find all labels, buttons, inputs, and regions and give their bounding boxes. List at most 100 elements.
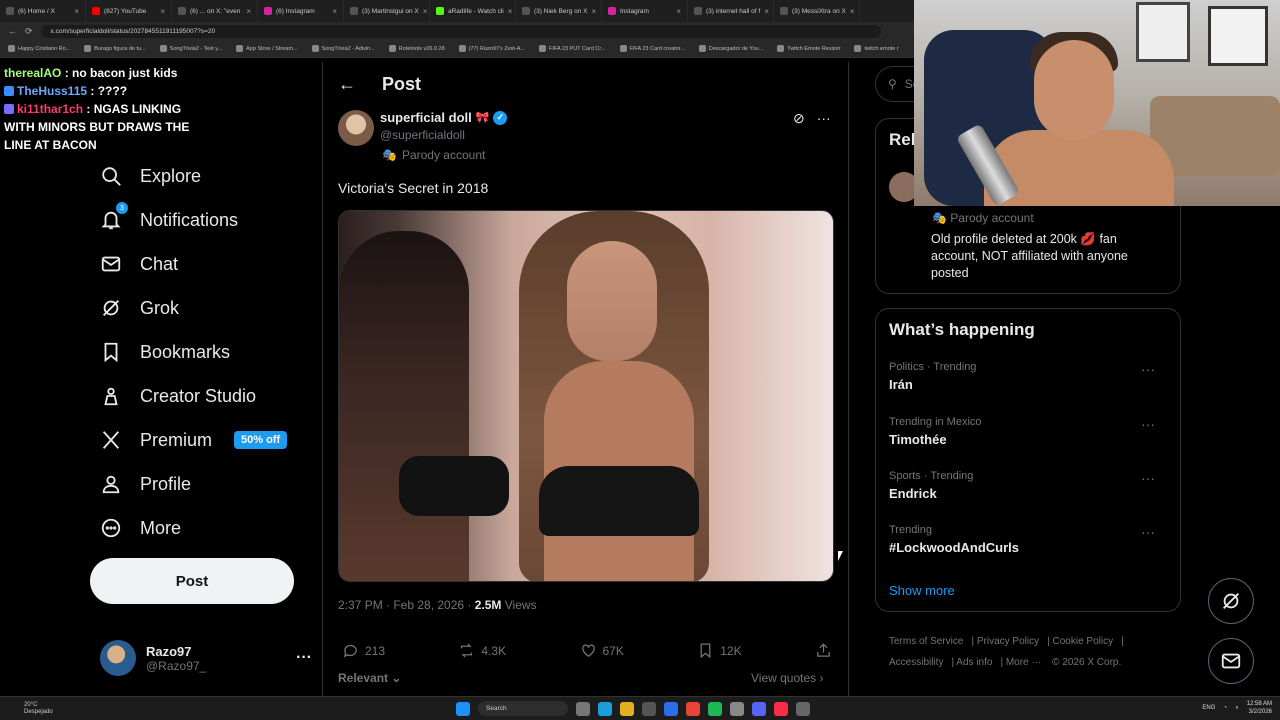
- post-button[interactable]: Post: [90, 558, 294, 604]
- folder-icon[interactable]: [620, 701, 634, 716]
- close-tab-icon[interactable]: ×: [850, 7, 855, 16]
- browser-tab[interactable]: (6) Home / X ×: [0, 0, 86, 22]
- music-icon[interactable]: [774, 701, 788, 716]
- close-tab-icon[interactable]: ×: [764, 7, 769, 16]
- back-nav-icon[interactable]: ←: [8, 26, 17, 36]
- nav-grok[interactable]: Grok: [90, 286, 320, 330]
- bookmark-label: App Store / Stream...: [246, 45, 298, 52]
- close-tab-icon[interactable]: ×: [74, 7, 79, 16]
- browser-tab[interactable]: aRadlife - Watch cli ×: [430, 0, 516, 22]
- discord-icon[interactable]: [752, 701, 766, 716]
- chrome-icon[interactable]: [686, 701, 700, 716]
- reply-button[interactable]: 213: [342, 642, 385, 659]
- bookmark-item[interactable]: FIFA 23 PUT Card Cr...: [539, 45, 606, 52]
- store-icon[interactable]: [642, 701, 656, 716]
- close-tab-icon[interactable]: ×: [332, 7, 337, 16]
- spotify-icon[interactable]: [708, 701, 722, 716]
- windows-start-icon[interactable]: [456, 701, 470, 716]
- more-icon[interactable]: ···: [1141, 470, 1155, 486]
- cookie-link[interactable]: Cookie Policy: [1053, 636, 1114, 647]
- bookmark-item[interactable]: SongTrivia2 - Adivin...: [311, 45, 375, 52]
- close-tab-icon[interactable]: ×: [423, 7, 428, 16]
- task-view-icon[interactable]: [576, 701, 590, 716]
- trend-item[interactable]: Trending #LockwoodAndCurls ···: [889, 524, 1169, 555]
- more-icon[interactable]: ···: [1141, 416, 1155, 432]
- browser-tab[interactable]: (827) YouTube ×: [86, 0, 172, 22]
- account-switcher[interactable]: Razo97 @Razo97_ ···: [100, 638, 312, 678]
- edge-icon[interactable]: [598, 701, 612, 716]
- grok-float-button[interactable]: [1208, 578, 1254, 624]
- account-more-icon[interactable]: ···: [296, 649, 312, 667]
- browser-tab[interactable]: (3) internet hall of f ×: [688, 0, 774, 22]
- more-icon[interactable]: ···: [1141, 361, 1155, 377]
- profile-bio: Old profile deleted at 200k 💋 fan accoun…: [931, 232, 1128, 280]
- repost-button[interactable]: 4.3K: [458, 642, 506, 659]
- bookmark-item[interactable]: FIFA 23 Card creator...: [619, 45, 685, 52]
- ads-info-link[interactable]: Ads info: [956, 657, 992, 668]
- trend-item[interactable]: Trending in Mexico Timothée ···: [889, 416, 1169, 447]
- author-handle[interactable]: @superficialdoll: [380, 128, 465, 142]
- whats-happening-title: What’s happening: [889, 320, 1035, 339]
- close-tab-icon[interactable]: ×: [676, 7, 681, 16]
- close-tab-icon[interactable]: ×: [508, 7, 513, 16]
- language-indicator[interactable]: ENG: [1202, 705, 1215, 711]
- accessibility-link[interactable]: Accessibility: [889, 657, 943, 668]
- wifi-icon[interactable]: ◔: [1223, 705, 1227, 711]
- more-icon[interactable]: ···: [1141, 524, 1155, 540]
- taskbar-search[interactable]: Search: [478, 701, 568, 716]
- obs-icon[interactable]: [796, 701, 810, 716]
- bookmark-item[interactable]: (77) Razo97's Zest-A...: [458, 45, 525, 52]
- trend-item[interactable]: Sports · Trending Endrick ···: [889, 470, 1169, 501]
- more-icon[interactable]: ···: [817, 110, 831, 127]
- author-avatar[interactable]: [338, 110, 374, 146]
- nav-explore[interactable]: Explore: [90, 154, 320, 198]
- volume-icon[interactable]: ◖: [1235, 705, 1239, 711]
- bookmark-item[interactable]: SongTrivia2 - Test y...: [159, 45, 222, 52]
- author-name[interactable]: superficial doll 🎀 ✓: [380, 110, 508, 125]
- like-button[interactable]: 67K: [580, 642, 624, 659]
- privacy-link[interactable]: Privacy Policy: [977, 636, 1039, 647]
- browser-tab[interactable]: Instagram ×: [602, 0, 688, 22]
- bookmark-item[interactable]: Twitch Emote Resizer: [777, 45, 840, 52]
- browser-tab[interactable]: (3) Niek Berg on X ×: [516, 0, 602, 22]
- trend-item[interactable]: Politics · Trending Irán ···: [889, 361, 1169, 392]
- terms-link[interactable]: Terms of Service: [889, 636, 963, 647]
- grok-icon[interactable]: ⊘: [793, 110, 805, 127]
- bookmark-button[interactable]: 12K: [697, 642, 742, 659]
- nav-chat[interactable]: Chat: [90, 242, 320, 286]
- back-arrow-icon[interactable]: ←: [338, 74, 356, 95]
- browser-tab[interactable]: (3) Martinstgui on X ×: [344, 0, 430, 22]
- mail-icon[interactable]: [664, 701, 678, 716]
- reload-icon[interactable]: ⟳: [25, 26, 33, 37]
- bookmark-item[interactable]: Happy Cristiano Ro...: [8, 45, 70, 52]
- view-quotes-link[interactable]: View quotes ›: [751, 671, 824, 685]
- nav-bookmarks[interactable]: Bookmarks: [90, 330, 320, 374]
- browser-tab[interactable]: (6) ... on X: "even ×: [172, 0, 258, 22]
- messages-float-button[interactable]: [1208, 638, 1254, 684]
- browser-tab[interactable]: (6) Instagram ×: [258, 0, 344, 22]
- reply-sort-dropdown[interactable]: Relevant ⌄: [338, 671, 401, 685]
- bookmark-item[interactable]: Descargador de You...: [698, 45, 763, 52]
- app-icon[interactable]: [730, 701, 744, 716]
- nav-premium[interactable]: Premium 50% off: [90, 418, 320, 462]
- bookmark-item[interactable]: App Store / Stream...: [236, 45, 298, 52]
- clock[interactable]: 12:58 AM 3/2/2026: [1247, 700, 1272, 716]
- nav-creator-studio[interactable]: Creator Studio: [90, 374, 320, 418]
- footer-more-link[interactable]: More ···: [1006, 657, 1042, 668]
- close-tab-icon[interactable]: ×: [246, 7, 251, 16]
- views-label: Views: [501, 598, 537, 612]
- share-button[interactable]: [815, 642, 832, 659]
- nav-notifications[interactable]: 3 Notifications: [90, 198, 320, 242]
- close-tab-icon[interactable]: ×: [160, 7, 165, 16]
- browser-tab[interactable]: (3) MessiXtra on X ×: [774, 0, 860, 22]
- show-more-link[interactable]: Show more: [889, 583, 955, 598]
- weather-widget[interactable]: 20°C Despejado: [24, 702, 53, 716]
- nav-more[interactable]: More: [90, 506, 320, 550]
- bookmark-item[interactable]: Rotetools v26.0.28: [388, 45, 445, 52]
- close-tab-icon[interactable]: ×: [591, 7, 596, 16]
- nav-profile[interactable]: Profile: [90, 462, 320, 506]
- post-video[interactable]: [338, 210, 834, 582]
- bookmark-item[interactable]: twitch emote r: [854, 45, 899, 52]
- url-field[interactable]: x.com/superficialdoll/status/20278455119…: [40, 24, 881, 38]
- bookmark-item[interactable]: Burago figura de tu...: [84, 45, 146, 52]
